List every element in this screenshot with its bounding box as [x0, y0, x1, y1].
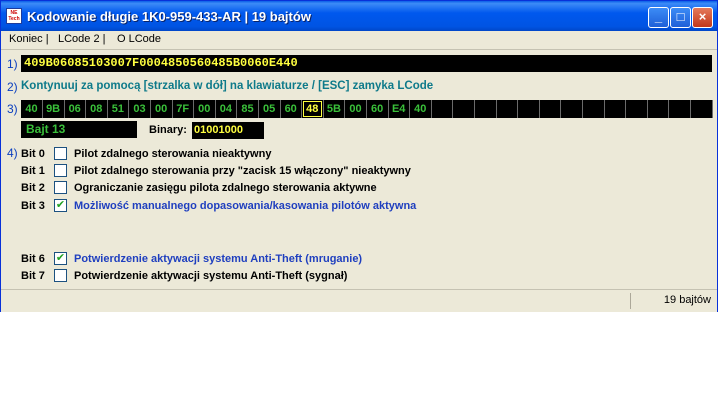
byte-cell-3[interactable]: 08 — [87, 101, 106, 117]
byte-cell-2[interactable]: 06 — [65, 101, 84, 117]
byte-cell-7[interactable]: 7F — [173, 101, 192, 117]
byte-cell-0[interactable]: 40 — [22, 101, 41, 117]
byte-cell-19[interactable] — [432, 101, 451, 117]
byte-cell-14[interactable]: 5B — [324, 101, 343, 117]
byte-cell-31[interactable] — [692, 101, 711, 117]
menu-item-about[interactable]: O LCode — [117, 33, 161, 45]
app-logo-icon: NE Tech — [6, 8, 22, 24]
status-divider — [630, 293, 631, 309]
binary-value-field[interactable]: 01001000 — [192, 122, 264, 139]
byte-cell-28[interactable] — [627, 101, 646, 117]
bit-description: Pilot zdalnego sterowania nieaktywny — [74, 148, 272, 160]
title-bar[interactable]: NE Tech Kodowanie długie 1K0-959-433-AR … — [1, 1, 717, 31]
byte-cell-11[interactable]: 05 — [260, 101, 279, 117]
window-title: Kodowanie długie 1K0-959-433-AR | 19 baj… — [27, 9, 311, 24]
byte-cell-4[interactable]: 51 — [108, 101, 127, 117]
section-3-label: 3) — [7, 102, 18, 116]
menu-item-koniec[interactable]: Koniec | — [9, 33, 49, 45]
coding-hex-field[interactable]: 409B06085103007F0004850560485B0060E440 — [21, 55, 712, 72]
bit-description: Potwierdzenie aktywacji systemu Anti-The… — [74, 253, 363, 265]
minimize-button[interactable]: _ — [648, 7, 669, 28]
close-button[interactable]: × — [692, 7, 713, 28]
byte-cell-12[interactable]: 60 — [281, 101, 300, 117]
bit-2-checkbox[interactable] — [54, 181, 67, 194]
bit-label: Bit 1 — [21, 165, 45, 177]
maximize-button[interactable]: □ — [670, 7, 691, 28]
main-window: NE Tech Kodowanie długie 1K0-959-433-AR … — [0, 0, 718, 312]
menu-item-lcode2[interactable]: LCode 2 | — [58, 33, 106, 45]
bit-label: Bit 7 — [21, 270, 45, 282]
byte-cell-24[interactable] — [540, 101, 559, 117]
byte-cell-separator — [711, 100, 713, 118]
byte-cell-6[interactable]: 00 — [152, 101, 171, 117]
byte-cell-13[interactable]: 48 — [302, 101, 322, 117]
section-2-label: 2) — [7, 80, 18, 94]
byte-cell-10[interactable]: 85 — [238, 101, 257, 117]
binary-label: Binary: — [149, 124, 187, 136]
bit-3-checkbox[interactable]: ✔ — [54, 199, 67, 212]
byte-cell-1[interactable]: 9B — [44, 101, 63, 117]
bit-6-checkbox[interactable]: ✔ — [54, 252, 67, 265]
bit-label: Bit 6 — [21, 253, 45, 265]
bit-description: Ograniczanie zasięgu pilota zdalnego ste… — [74, 182, 377, 194]
bit-label: Bit 0 — [21, 148, 45, 160]
byte-grid: 40 9B 06 08 51 03 00 7F 00 04 85 05 60 48 5B 00 60 E4 40 — [21, 100, 713, 118]
selected-byte-label: Bajt 13 — [21, 121, 137, 138]
bit-label: Bit 3 — [21, 200, 45, 212]
byte-cell-5[interactable]: 03 — [130, 101, 149, 117]
byte-cell-22[interactable] — [497, 101, 516, 117]
byte-cell-9[interactable]: 04 — [216, 101, 235, 117]
bit-1-checkbox[interactable] — [54, 164, 67, 177]
byte-cell-8[interactable]: 00 — [195, 101, 214, 117]
menu-bar: Koniec | LCode 2 | O LCode — [1, 31, 717, 50]
bit-description: Potwierdzenie aktywacji systemu Anti-The… — [74, 270, 348, 282]
byte-cell-25[interactable] — [562, 101, 581, 117]
byte-cell-18[interactable]: 40 — [411, 101, 430, 117]
section-4-label: 4) — [7, 146, 18, 160]
byte-cell-27[interactable] — [605, 101, 624, 117]
bit-0-checkbox[interactable] — [54, 147, 67, 160]
byte-cell-20[interactable] — [454, 101, 473, 117]
byte-cell-30[interactable] — [670, 101, 689, 117]
bit-description: Możliwość manualnego dopasowania/kasowan… — [74, 200, 417, 212]
bit-description: Pilot zdalnego sterowania przy "zacisk 1… — [74, 165, 411, 177]
byte-cell-17[interactable]: E4 — [389, 101, 408, 117]
byte-cell-21[interactable] — [476, 101, 495, 117]
bit-label: Bit 2 — [21, 182, 45, 194]
byte-cell-16[interactable]: 60 — [368, 101, 387, 117]
section-1-label: 1) — [7, 57, 18, 71]
byte-cell-29[interactable] — [648, 101, 667, 117]
byte-cell-26[interactable] — [584, 101, 603, 117]
status-byte-count: 19 bajtów — [663, 294, 711, 306]
byte-cell-15[interactable]: 00 — [346, 101, 365, 117]
status-bar: 19 bajtów — [1, 289, 717, 312]
byte-cell-23[interactable] — [519, 101, 538, 117]
bit-7-checkbox[interactable] — [54, 269, 67, 282]
info-text: Kontynuuj za pomocą [strzalka w dół] na … — [21, 80, 434, 92]
